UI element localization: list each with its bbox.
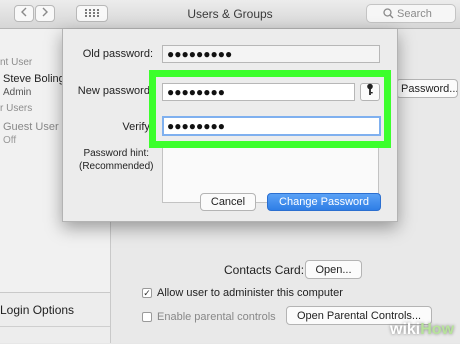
user-role: Admin [3, 87, 32, 98]
other-users-heading: r Users [0, 103, 33, 114]
parental-controls-checkbox[interactable]: Enable parental controls [142, 311, 276, 323]
user-role: Off [3, 135, 17, 146]
checkbox-label: Allow user to administer this computer [157, 287, 343, 299]
wikihow-watermark: wikiHow [390, 321, 454, 339]
sidebar-user-guest[interactable]: Guest User Off [3, 121, 59, 147]
new-password-field[interactable]: ●●●●●●●● [162, 83, 355, 101]
verify-label: Verify: [122, 121, 153, 133]
key-icon [366, 83, 374, 101]
current-user-heading: nt User [0, 57, 33, 68]
password-hint-label: Password hint: (Recommended) [79, 147, 153, 173]
verify-password-field[interactable]: ●●●●●●●● [162, 116, 381, 136]
old-password-label: Old password: [82, 48, 153, 60]
change-password-sheet: Old password: ●●●●●●●●● New password: ●●… [62, 29, 398, 222]
checkbox-label: Enable parental controls [157, 311, 276, 323]
checkbox-box: ✓ [142, 287, 152, 298]
chevron-right-icon [41, 7, 49, 20]
add-remove-bar [0, 326, 110, 344]
contacts-card-label: Contacts Card: [224, 263, 305, 277]
open-contacts-button[interactable]: Open... [305, 260, 362, 279]
change-password-button[interactable]: Change Password [267, 193, 381, 211]
checkbox-box [142, 312, 152, 322]
search-input[interactable]: Search [366, 4, 456, 23]
cancel-button[interactable]: Cancel [200, 193, 256, 211]
user-name: Steve Boling [3, 73, 65, 85]
hint-label-main: Password hint: [83, 148, 150, 159]
sidebar-footer: Login Options [0, 292, 110, 343]
watermark-wiki: wiki [390, 321, 421, 338]
forward-button[interactable] [35, 5, 55, 22]
login-options-item[interactable]: Login Options [0, 303, 74, 317]
show-all-button[interactable] [76, 5, 108, 22]
allow-admin-checkbox[interactable]: ✓ Allow user to administer this computer [142, 287, 343, 299]
hint-label-sub: (Recommended) [79, 161, 154, 172]
grid-icon [85, 8, 99, 20]
old-password-field[interactable]: ●●●●●●●●● [162, 45, 380, 63]
password-assistant-button[interactable] [360, 83, 380, 101]
chevron-left-icon [20, 7, 28, 20]
sidebar-user-steve[interactable]: Steve Boling Admin [3, 73, 65, 99]
window-toolbar: Users & Groups Search [0, 0, 460, 29]
watermark-how: How [420, 321, 455, 338]
new-password-label: New password: [77, 85, 153, 97]
reset-password-button[interactable]: Password... [396, 79, 458, 98]
user-name: Guest User [3, 121, 59, 133]
search-placeholder: Search [397, 7, 432, 20]
back-button[interactable] [14, 5, 34, 22]
